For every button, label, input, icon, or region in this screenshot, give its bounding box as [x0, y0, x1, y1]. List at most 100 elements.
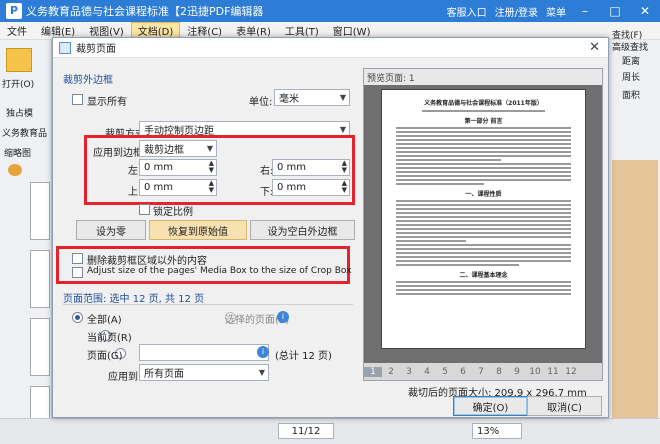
apply-to-range-label: 应用到: [108, 372, 142, 383]
zoom-select[interactable]: 13% [472, 423, 522, 439]
perimeter-tool[interactable]: 周长 [622, 70, 640, 83]
unit-select[interactable]: 毫米 ▼ [274, 89, 350, 106]
ok-button[interactable]: 确定(O) [453, 396, 528, 416]
advanced-search-button[interactable]: 高级查找 [612, 40, 648, 53]
spinner-icon[interactable]: ▲ ▼ [209, 180, 214, 194]
preview-page-8[interactable]: 8 [490, 367, 508, 377]
apply-to-select[interactable]: 裁剪边框 ▼ [139, 140, 217, 157]
apply-to-value: 裁剪边框 [144, 145, 184, 156]
bottom-margin-input[interactable]: 0 mm ▲ ▼ [272, 179, 350, 196]
close-window-icon[interactable]: ✕ [634, 4, 656, 18]
menu-window[interactable]: 窗口(W) [326, 23, 378, 38]
page-thumbnail[interactable] [30, 250, 50, 308]
preview-page-3[interactable]: 3 [400, 367, 418, 377]
preview-heading-3: 二、课程基本理念 [459, 272, 508, 279]
login-link[interactable]: 注册/登录 [495, 4, 538, 19]
right-margin-value: 0 mm [277, 162, 307, 173]
cancel-button[interactable]: 取消(C) [527, 396, 602, 416]
page-range-input[interactable] [139, 344, 269, 361]
preview-page-7[interactable]: 7 [472, 367, 490, 377]
margins-section-title: 裁剪外边框 [63, 75, 113, 86]
apply-to-range-value: 所有页面 [144, 369, 184, 380]
spinner-icon[interactable]: ▲ ▼ [342, 160, 347, 174]
preview-page-6[interactable]: 6 [454, 367, 472, 377]
dialog-title: 裁剪页面 [76, 44, 116, 55]
page-number-field[interactable]: 11/12 [278, 423, 334, 439]
preview-page-5[interactable]: 5 [436, 367, 454, 377]
menu-file[interactable]: 文件 [0, 23, 34, 38]
dialog-title-bar: 裁剪页面 ✕ [53, 38, 608, 58]
close-dialog-icon[interactable]: ✕ [589, 40, 600, 55]
open-button-label[interactable]: 打开(O) [2, 77, 34, 90]
customer-service-link[interactable]: 客服入口 [447, 4, 487, 19]
restore-original-button[interactable]: 恢复到原始值 [149, 220, 247, 240]
total-pages-label: (总计 12 页) [275, 351, 332, 362]
all-pages-label: 全部(A) [87, 315, 122, 326]
left-margin-value: 0 mm [144, 162, 174, 173]
minimize-icon[interactable]: – [574, 4, 596, 18]
app-logo-icon: P [6, 3, 22, 19]
delete-outside-checkbox[interactable] [72, 253, 83, 264]
maximize-icon[interactable]: □ [604, 4, 626, 18]
chevron-down-icon: ▼ [258, 368, 265, 377]
left-margin-input[interactable]: 0 mm ▲ ▼ [139, 159, 217, 176]
exclusive-mode-label: 独占模 [6, 109, 34, 119]
preview-heading-1: 第一部分 前言 [464, 118, 503, 125]
spinner-icon[interactable]: ▲ ▼ [209, 160, 214, 174]
preview-page-12[interactable]: 12 [562, 367, 580, 377]
lock-ratio-checkbox[interactable] [139, 204, 150, 215]
chevron-down-icon: ▼ [339, 93, 346, 102]
pages-label: 页面(G) [87, 351, 123, 362]
document-tab[interactable]: 义务教育品 [2, 126, 47, 139]
spinner-icon[interactable]: ▲ ▼ [342, 180, 347, 194]
document-page-edge [612, 160, 658, 420]
lock-ratio-label: 锁定比例 [153, 207, 193, 218]
preview-heading-2: 一、课程性质 [465, 191, 502, 198]
show-all-label: 显示所有 [87, 97, 127, 108]
top-margin-input[interactable]: 0 mm ▲ ▼ [139, 179, 217, 196]
set-blank-margin-button[interactable]: 设为空白外边框 [250, 220, 355, 240]
preview-page-selector: 1 2 3 4 5 6 7 8 9 10 11 12 [364, 363, 602, 380]
all-pages-radio[interactable] [72, 312, 83, 323]
crop-icon [59, 41, 71, 54]
preview-page-1[interactable]: 1 [364, 366, 382, 377]
apply-to-range-select[interactable]: 所有页面 ▼ [139, 364, 269, 381]
preview-header: 预览页面: 1 [364, 69, 602, 85]
bottom-margin-value: 0 mm [277, 182, 307, 193]
current-page-label: 当前页(R) [87, 333, 132, 344]
menu-form[interactable]: 表单(R) [229, 23, 278, 38]
menu-view[interactable]: 视图(V) [82, 23, 131, 38]
distance-tool[interactable]: 距离 [622, 54, 640, 67]
crop-pages-dialog: 裁剪页面 ✕ 裁剪外边框 显示所有 单位: 毫米 ▼ 裁剪方式 手动控制页边距 ▼ … [52, 37, 609, 418]
info-icon[interactable]: i [277, 311, 289, 323]
page-thumbnail[interactable] [30, 318, 50, 376]
menu-edit[interactable]: 编辑(E) [34, 23, 82, 38]
show-all-checkbox[interactable] [72, 94, 83, 105]
thumbnail-panel-title: 缩略图 [4, 149, 32, 159]
preview-page-11[interactable]: 11 [544, 367, 562, 377]
menu-comment[interactable]: 注释(C) [180, 23, 229, 38]
preview-page-4[interactable]: 4 [418, 367, 436, 377]
open-folder-icon[interactable] [6, 48, 32, 72]
right-panel: 查找(F) 高级查找 距离 周长 面积 [604, 31, 660, 444]
delete-outside-label: 删除裁剪框区域以外的内容 [87, 256, 207, 267]
preview-panel: 预览页面: 1 义务教育品德与社会课程标准（2011年版） 第一部分 前言 一、… [363, 68, 603, 381]
set-zero-button[interactable]: 设为零 [76, 220, 146, 240]
divider [63, 304, 353, 305]
page-range-title: 页面范围: 选中 12 页, 共 12 页 [63, 294, 205, 305]
unit-value: 毫米 [279, 94, 299, 105]
preview-page-image: 义务教育品德与社会课程标准（2011年版） 第一部分 前言 一、课程性质 二、课… [381, 89, 586, 349]
menu-button[interactable]: 菜单 [546, 4, 566, 19]
settings-gear-icon[interactable] [8, 164, 22, 176]
info-icon[interactable]: i [257, 346, 269, 358]
preview-page-2[interactable]: 2 [382, 367, 400, 377]
left-panel: 打开(O) 独占模 义务教育品 缩略图 [0, 40, 52, 444]
preview-page-10[interactable]: 10 [526, 367, 544, 377]
page-thumbnail[interactable] [30, 182, 50, 240]
right-margin-input[interactable]: 0 mm ▲ ▼ [272, 159, 350, 176]
preview-page-9[interactable]: 9 [508, 367, 526, 377]
preview-doc-title: 义务教育品德与社会课程标准（2011年版） [424, 100, 543, 107]
area-tool[interactable]: 面积 [622, 88, 640, 101]
menu-tools[interactable]: 工具(T) [278, 23, 326, 38]
adjust-media-box-checkbox[interactable] [72, 267, 83, 278]
